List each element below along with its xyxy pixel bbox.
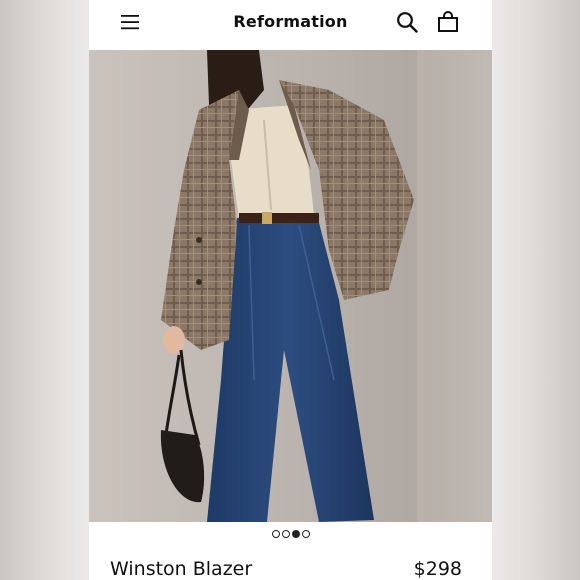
pagination-dot-1[interactable] [271,530,280,538]
phone-screen: Reformation Winston Blazer $298 [89,0,492,580]
search-icon[interactable] [396,11,418,33]
image-pagination [89,530,492,538]
product-price: $298 [413,558,462,580]
pagination-dot-2[interactable] [281,530,290,538]
pagination-dot-4[interactable] [301,530,310,538]
brand-logo-container: Reformation [89,12,492,31]
top-nav-bar: Reformation [89,0,492,48]
brand-logo[interactable]: Reformation [233,12,347,31]
product-image[interactable] [89,50,492,522]
product-photo-illustration [89,50,492,522]
pagination-dot-3[interactable] [291,530,300,538]
shopping-bag-icon[interactable] [437,10,459,34]
product-name: Winston Blazer [110,558,253,580]
